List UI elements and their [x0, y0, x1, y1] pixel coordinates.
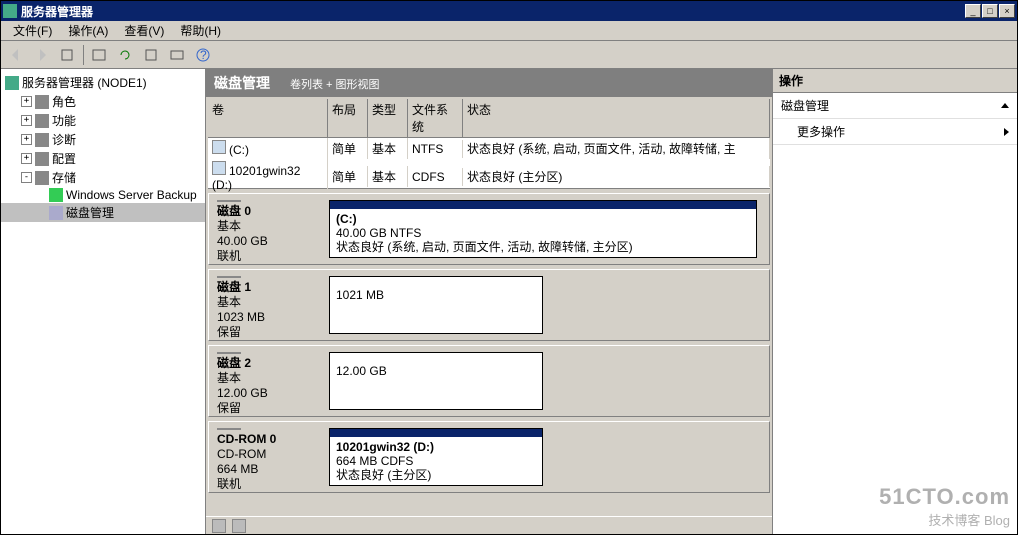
nav-back-button[interactable]: [5, 44, 27, 66]
col-type[interactable]: 类型: [368, 99, 408, 137]
refresh-button[interactable]: [114, 44, 136, 66]
legend-icon: [232, 519, 246, 533]
nav-tree[interactable]: 服务器管理器 (NODE1) +角色 +功能 +诊断 +配置 -存储 Windo…: [1, 69, 206, 534]
volume-row[interactable]: 10201gwin32 (D:) 简单 基本 CDFS 状态良好 (主分区): [208, 159, 770, 194]
col-volume[interactable]: 卷: [208, 99, 328, 137]
tree-storage[interactable]: -存储: [1, 168, 205, 187]
disk-icon: [217, 200, 241, 202]
tree-roles[interactable]: +角色: [1, 92, 205, 111]
menu-file[interactable]: 文件(F): [5, 20, 60, 41]
tree-diagnostic[interactable]: +诊断: [1, 130, 205, 149]
volume-header: 卷 布局 类型 文件系统 状态: [208, 99, 770, 138]
svg-text:?: ?: [200, 48, 207, 62]
expand-icon[interactable]: +: [21, 153, 32, 164]
expand-icon[interactable]: +: [21, 134, 32, 145]
partition[interactable]: 12.00 GB: [329, 352, 543, 410]
expand-icon[interactable]: +: [21, 115, 32, 126]
disk-row[interactable]: CD-ROM 0 CD-ROM 664 MB 联机 10201gwin32 (D…: [208, 421, 770, 493]
app-icon: [3, 4, 17, 18]
menu-help[interactable]: 帮助(H): [172, 20, 229, 41]
chevron-right-icon: [1004, 128, 1009, 136]
config-icon: [35, 152, 49, 166]
disk-icon: [49, 206, 63, 220]
tree-root[interactable]: 服务器管理器 (NODE1): [1, 73, 205, 92]
collapse-icon[interactable]: [1001, 103, 1009, 108]
toolbar-btn-3[interactable]: [140, 44, 162, 66]
center-pane: 磁盘管理 卷列表 + 图形视图 卷 布局 类型 文件系统 状态 (C:) 简单 …: [206, 69, 772, 534]
legend-bar: [206, 516, 772, 534]
volume-row[interactable]: (C:) 简单 基本 NTFS 状态良好 (系统, 启动, 页面文件, 活动, …: [208, 138, 770, 159]
tree-features[interactable]: +功能: [1, 111, 205, 130]
storage-icon: [35, 171, 49, 185]
backup-icon: [49, 188, 63, 202]
partition[interactable]: 10201gwin32 (D:) 664 MB CDFS 状态良好 (主分区): [329, 428, 543, 486]
legend-icon: [212, 519, 226, 533]
partition-stripe: [330, 429, 542, 437]
actions-more[interactable]: 更多操作: [773, 119, 1017, 145]
cdrom-icon: [217, 428, 241, 430]
tree-disk-mgmt[interactable]: 磁盘管理: [1, 203, 205, 222]
toolbar-btn-4[interactable]: [166, 44, 188, 66]
col-fs[interactable]: 文件系统: [408, 99, 463, 137]
server-icon: [5, 76, 19, 90]
partition[interactable]: (C:) 40.00 GB NTFS 状态良好 (系统, 启动, 页面文件, 活…: [329, 200, 757, 258]
disk-icon: [217, 352, 241, 354]
toolbar-btn-2[interactable]: [88, 44, 110, 66]
minimize-button[interactable]: _: [965, 4, 981, 18]
toolbar-btn-1[interactable]: [57, 44, 79, 66]
disk-row[interactable]: 磁盘 0 基本 40.00 GB 联机 (C:) 40.00 GB NTFS 状…: [208, 193, 770, 265]
role-icon: [35, 95, 49, 109]
disk-meta: 磁盘 1 基本 1023 MB 保留: [209, 270, 329, 340]
tree-backup[interactable]: Windows Server Backup: [1, 187, 205, 203]
drive-icon: [212, 140, 226, 154]
menu-bar: 文件(F) 操作(A) 查看(V) 帮助(H): [1, 21, 1017, 41]
center-header: 磁盘管理 卷列表 + 图形视图: [206, 69, 772, 97]
disk-meta: CD-ROM 0 CD-ROM 664 MB 联机: [209, 422, 329, 492]
partition-stripe: [330, 201, 756, 209]
toolbar: ?: [1, 41, 1017, 69]
center-subtitle: 卷列表 + 图形视图: [290, 76, 380, 92]
tree-config[interactable]: +配置: [1, 149, 205, 168]
maximize-button[interactable]: □: [982, 4, 998, 18]
feature-icon: [35, 114, 49, 128]
disk-meta: 磁盘 0 基本 40.00 GB 联机: [209, 194, 329, 264]
partition[interactable]: 1021 MB: [329, 276, 543, 334]
menu-view[interactable]: 查看(V): [116, 20, 172, 41]
menu-action[interactable]: 操作(A): [60, 20, 116, 41]
app-window: 服务器管理器 _ □ × 文件(F) 操作(A) 查看(V) 帮助(H) ? 服…: [0, 0, 1018, 535]
window-title: 服务器管理器: [21, 3, 965, 20]
disk-icon: [217, 276, 241, 278]
cd-icon: [212, 161, 226, 175]
disk-meta: 磁盘 2 基本 12.00 GB 保留: [209, 346, 329, 416]
col-status[interactable]: 状态: [463, 99, 770, 137]
help-button[interactable]: ?: [192, 44, 214, 66]
disk-graphics[interactable]: 磁盘 0 基本 40.00 GB 联机 (C:) 40.00 GB NTFS 状…: [206, 191, 772, 516]
disk-row[interactable]: 磁盘 1 基本 1023 MB 保留 1021 MB: [208, 269, 770, 341]
collapse-icon[interactable]: -: [21, 172, 32, 183]
expand-icon[interactable]: +: [21, 96, 32, 107]
col-layout[interactable]: 布局: [328, 99, 368, 137]
volume-list[interactable]: 卷 布局 类型 文件系统 状态 (C:) 简单 基本 NTFS 状态良好 (系统…: [208, 99, 770, 189]
center-title: 磁盘管理: [214, 73, 270, 93]
close-button[interactable]: ×: [999, 4, 1015, 18]
actions-pane: 操作 磁盘管理 更多操作: [772, 69, 1017, 534]
disk-row[interactable]: 磁盘 2 基本 12.00 GB 保留 12.00 GB: [208, 345, 770, 417]
diag-icon: [35, 133, 49, 147]
nav-fwd-button[interactable]: [31, 44, 53, 66]
actions-section[interactable]: 磁盘管理: [773, 93, 1017, 119]
titlebar[interactable]: 服务器管理器 _ □ ×: [1, 1, 1017, 21]
actions-header: 操作: [773, 69, 1017, 93]
